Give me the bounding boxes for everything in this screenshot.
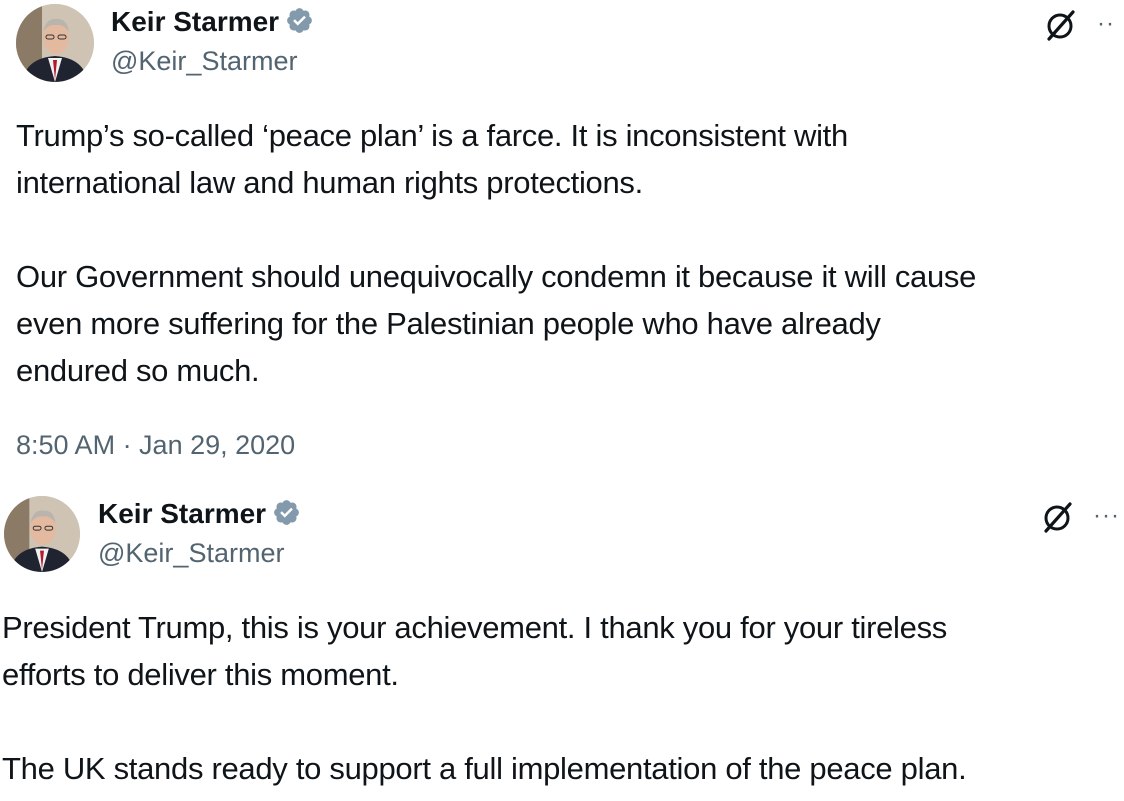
tweet-text-line: international law and human rights prote… <box>16 165 643 200</box>
handle[interactable]: @Keir_Starmer <box>98 538 284 569</box>
avatar[interactable] <box>16 4 94 82</box>
verified-badge-icon <box>274 500 299 525</box>
tweet-text-line: even more suffering for the Palestinian … <box>16 306 881 341</box>
display-name-text: Keir Starmer <box>98 498 267 529</box>
more-options-icon[interactable]: ··· <box>1093 502 1120 530</box>
tweet[interactable]: Keir Starmer @Keir_Starmer ··· President… <box>0 482 1124 801</box>
tweet[interactable]: Keir Starmer @Keir_Starmer ·· Trump’s so… <box>0 0 1124 480</box>
verified-badge-icon <box>287 8 312 33</box>
tweet-text-line: efforts to deliver this moment. <box>2 657 399 692</box>
tweet-text-line: Our Government should unequivocally cond… <box>16 259 977 294</box>
tweet-text-line: Trump’s so-called ‘peace plan’ is a farc… <box>16 118 848 153</box>
grok-icon[interactable] <box>1040 500 1074 534</box>
avatar-image <box>4 496 80 572</box>
display-name-text: Keir Starmer <box>111 6 280 37</box>
display-name[interactable]: Keir Starmer <box>111 6 314 38</box>
tweet-text: President Trump, this is your achievemen… <box>2 604 967 792</box>
timestamp[interactable]: 8:50 AM · Jan 29, 2020 <box>16 430 295 461</box>
tweet-text-line: The UK stands ready to support a full im… <box>2 751 967 786</box>
tweet-text: Trump’s so-called ‘peace plan’ is a farc… <box>16 112 976 394</box>
tweet-text-line: endured so much. <box>16 353 260 388</box>
avatar[interactable] <box>4 496 80 572</box>
handle[interactable]: @Keir_Starmer <box>111 46 297 77</box>
tweet-text-line: President Trump, this is your achievemen… <box>2 610 947 645</box>
grok-icon[interactable] <box>1043 8 1077 42</box>
more-options-icon[interactable]: ·· <box>1097 10 1115 38</box>
display-name[interactable]: Keir Starmer <box>98 498 301 530</box>
avatar-image <box>16 4 94 82</box>
